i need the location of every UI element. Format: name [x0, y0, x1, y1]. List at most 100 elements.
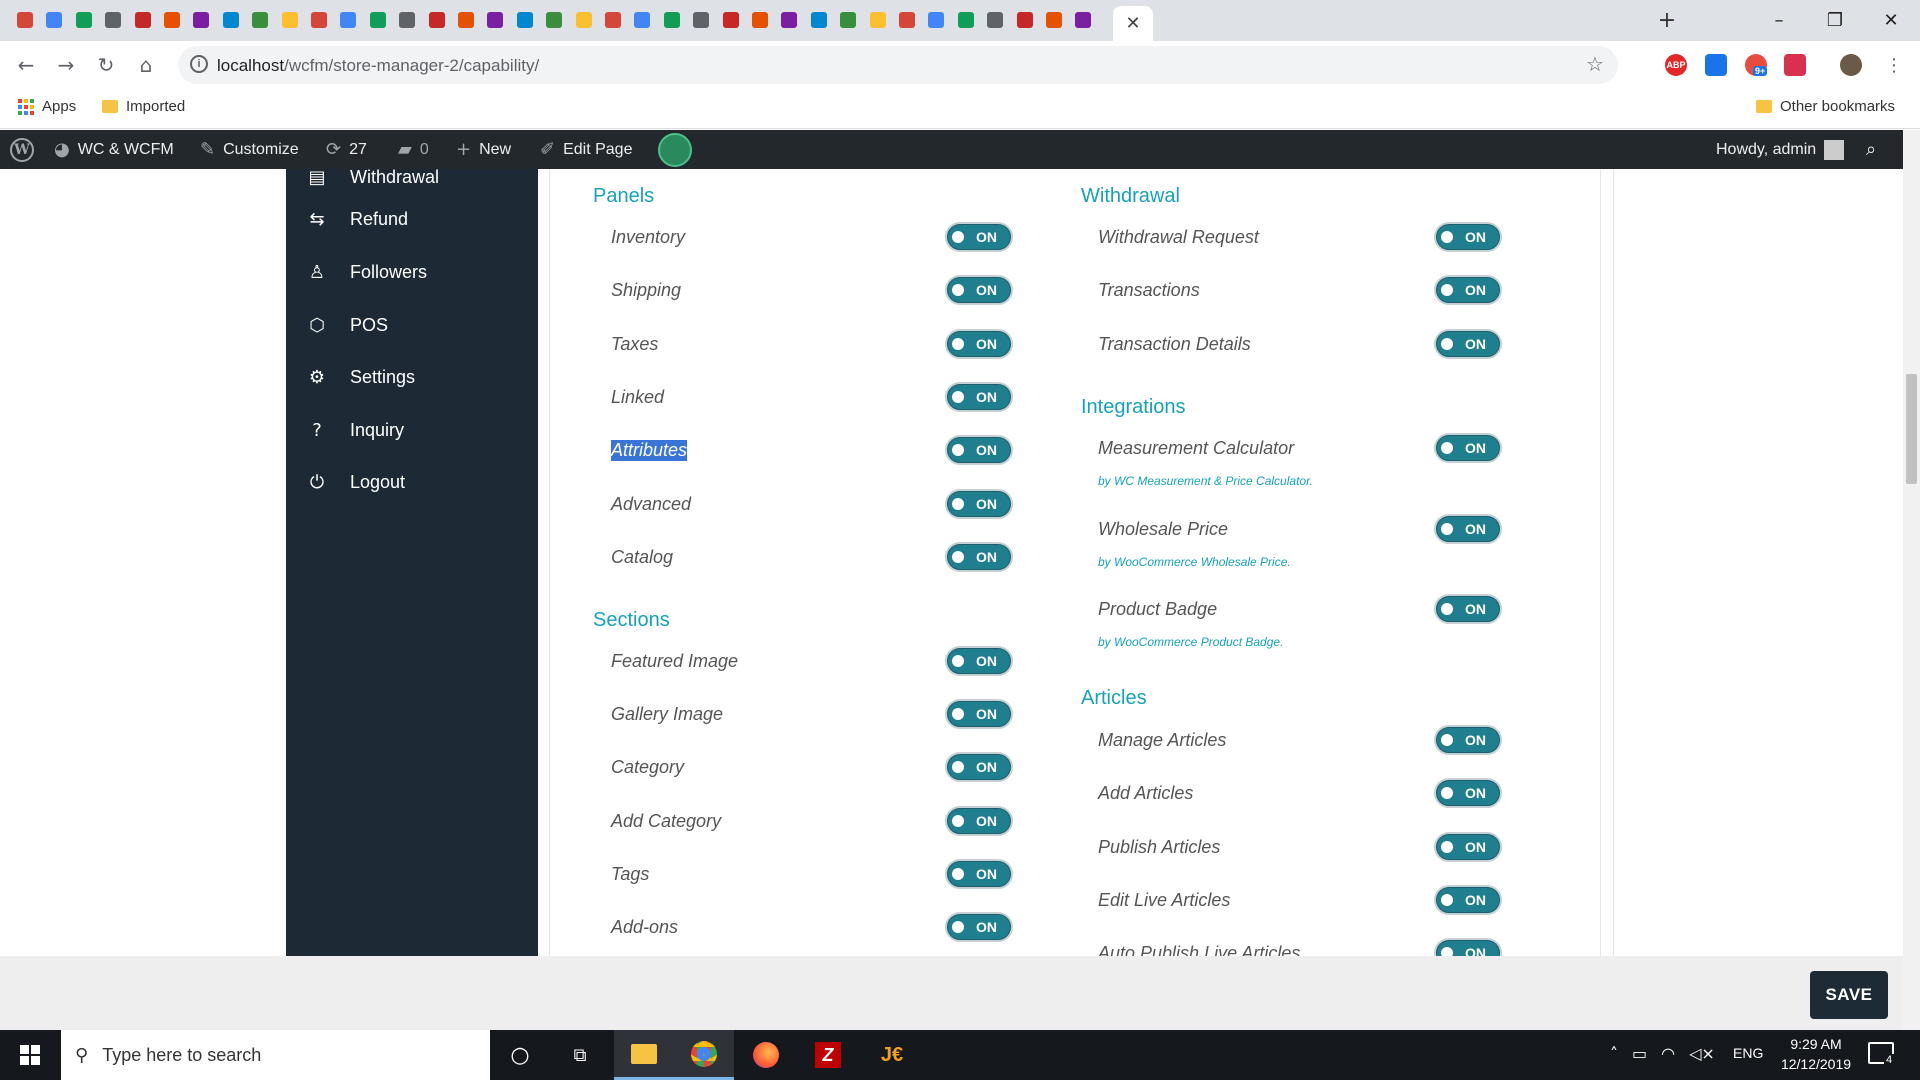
- browser-tab[interactable]: [132, 8, 154, 32]
- section-tags-toggle[interactable]: ON: [945, 858, 1013, 889]
- wcfm-store-icon[interactable]: [658, 130, 692, 169]
- browser-tab[interactable]: [220, 8, 242, 32]
- bookmark-star-icon[interactable]: ☆: [1586, 52, 1604, 76]
- withdrawal-withdrawal-request-toggle[interactable]: ON: [1434, 222, 1502, 252]
- adblock-extension-icon[interactable]: ABP: [1665, 54, 1687, 76]
- sidebar-item-refund[interactable]: ⇆ Refund: [306, 199, 408, 239]
- account-menu[interactable]: Howdy, admin: [1716, 130, 1845, 169]
- sidebar-item-followers[interactable]: ♙ Followers: [306, 252, 427, 292]
- new-tab-button[interactable]: +: [1656, 8, 1678, 33]
- home-icon[interactable]: ⌂: [132, 51, 160, 79]
- cortana-icon[interactable]: ○: [490, 1030, 550, 1080]
- browser-tab[interactable]: [73, 8, 95, 32]
- browser-tab[interactable]: [43, 8, 65, 32]
- clock[interactable]: 9:29 AM 12/12/2019: [1776, 1034, 1856, 1074]
- panel-catalog-toggle[interactable]: ON: [945, 541, 1013, 572]
- jetbrains-icon[interactable]: J€: [862, 1030, 922, 1080]
- chrome-menu-icon[interactable]: ⋮: [1880, 51, 1908, 79]
- edit-page-link[interactable]: ✐ Edit Page: [540, 130, 632, 169]
- close-window-icon[interactable]: ✕: [1863, 0, 1919, 40]
- browser-tab[interactable]: [367, 8, 389, 32]
- browser-tab[interactable]: [279, 8, 301, 32]
- admin-search-icon[interactable]: ⌕: [1866, 130, 1876, 169]
- panel-attributes-toggle[interactable]: ON: [945, 435, 1013, 466]
- info-icon[interactable]: i: [190, 55, 208, 73]
- site-name-link[interactable]: ◕ WC & WCFM: [54, 130, 174, 169]
- browser-tab[interactable]: [1014, 8, 1036, 32]
- integration-product-badge-toggle[interactable]: ON: [1434, 594, 1502, 624]
- browser-tab[interactable]: [690, 8, 712, 32]
- browser-tab[interactable]: [778, 8, 800, 32]
- browser-tab[interactable]: [955, 8, 977, 32]
- pocket-extension-icon[interactable]: [1784, 54, 1806, 76]
- wordpress-logo-icon[interactable]: W: [10, 130, 34, 169]
- browser-tab[interactable]: [1043, 8, 1065, 32]
- browser-tab[interactable]: [867, 8, 889, 32]
- active-tab-close-icon[interactable]: ✕: [1113, 6, 1153, 41]
- browser-tab[interactable]: [514, 8, 536, 32]
- section-category-toggle[interactable]: ON: [945, 752, 1013, 783]
- windows-start-icon[interactable]: [0, 1030, 60, 1080]
- section-add-category-toggle[interactable]: ON: [945, 805, 1013, 836]
- browser-tab[interactable]: [1072, 8, 1094, 32]
- browser-tab[interactable]: [190, 8, 212, 32]
- taskbar-search[interactable]: ⚲ Type here to search: [61, 1030, 490, 1080]
- browser-tab[interactable]: [720, 8, 742, 32]
- sidebar-item-inquiry[interactable]: ? Inquiry: [306, 410, 404, 450]
- customize-link[interactable]: ✎ Customize: [200, 130, 299, 169]
- browser-tab[interactable]: [14, 8, 36, 32]
- file-explorer-icon[interactable]: [614, 1030, 674, 1080]
- browser-tab[interactable]: [925, 8, 947, 32]
- browser-tab[interactable]: [749, 8, 771, 32]
- browser-tab[interactable]: [455, 8, 477, 32]
- integration-wholesale-price-toggle[interactable]: ON: [1434, 513, 1502, 544]
- articles-add-articles-toggle[interactable]: ON: [1434, 778, 1502, 809]
- browser-tab[interactable]: [426, 8, 448, 32]
- browser-tab[interactable]: [808, 8, 830, 32]
- section-featured-image-toggle[interactable]: ON: [945, 646, 1013, 676]
- panel-shipping-toggle[interactable]: ON: [945, 275, 1013, 306]
- reload-icon[interactable]: ↻: [92, 51, 120, 79]
- browser-tab[interactable]: [602, 8, 624, 32]
- bookmark-apps[interactable]: Apps: [18, 98, 76, 115]
- sidebar-item-withdrawal[interactable]: ▤ Withdrawal: [306, 157, 439, 197]
- browser-tab[interactable]: [543, 8, 565, 32]
- articles-edit-live-articles-toggle[interactable]: ON: [1434, 884, 1502, 915]
- battery-icon[interactable]: ▭: [1632, 1044, 1647, 1063]
- browser-tab[interactable]: [661, 8, 683, 32]
- panel-linked-toggle[interactable]: ON: [945, 381, 1013, 412]
- section-add-ons-toggle[interactable]: ON: [945, 912, 1013, 942]
- sidebar-item-settings[interactable]: ⚙ Settings: [306, 357, 415, 397]
- browser-tab[interactable]: [573, 8, 595, 32]
- minimize-icon[interactable]: –: [1751, 0, 1807, 40]
- browser-tab[interactable]: [161, 8, 183, 32]
- articles-publish-articles-toggle[interactable]: ON: [1434, 831, 1502, 862]
- sidebar-item-pos[interactable]: ⬡ POS: [306, 305, 388, 345]
- panel-taxes-toggle[interactable]: ON: [945, 328, 1013, 359]
- browser-tab[interactable]: [896, 8, 918, 32]
- chrome-icon[interactable]: [674, 1030, 734, 1080]
- articles-manage-articles-toggle[interactable]: ON: [1434, 725, 1502, 755]
- task-view-icon[interactable]: ⧉: [550, 1030, 610, 1080]
- restore-icon[interactable]: ❐: [1807, 0, 1863, 40]
- action-center-icon[interactable]: 4: [1868, 1042, 1895, 1066]
- address-bar[interactable]: i localhost/wcfm/store-manager-2/capabil…: [178, 46, 1618, 84]
- browser-tab[interactable]: [631, 8, 653, 32]
- panel-advanced-toggle[interactable]: ON: [945, 488, 1013, 519]
- browser-tab[interactable]: [484, 8, 506, 32]
- browser-tab[interactable]: [396, 8, 418, 32]
- integration-measurement-calculator-toggle[interactable]: ON: [1434, 433, 1502, 463]
- filezilla-icon[interactable]: Z: [798, 1030, 858, 1080]
- browser-tab[interactable]: [102, 8, 124, 32]
- browser-tab[interactable]: [837, 8, 859, 32]
- section-gallery-image-toggle[interactable]: ON: [945, 699, 1013, 730]
- screenshot-extension-icon[interactable]: [1705, 54, 1727, 76]
- bookmark-other[interactable]: Other bookmarks: [1756, 98, 1895, 115]
- sidebar-item-logout[interactable]: ⏻ Logout: [306, 462, 405, 502]
- withdrawal-transactions-toggle[interactable]: ON: [1434, 275, 1502, 306]
- page-scrollbar[interactable]: [1903, 130, 1920, 1030]
- browser-tab[interactable]: [337, 8, 359, 32]
- back-icon[interactable]: ←: [12, 51, 40, 79]
- volume-icon[interactable]: ◁×: [1689, 1044, 1715, 1063]
- save-button[interactable]: SAVE: [1810, 971, 1888, 1019]
